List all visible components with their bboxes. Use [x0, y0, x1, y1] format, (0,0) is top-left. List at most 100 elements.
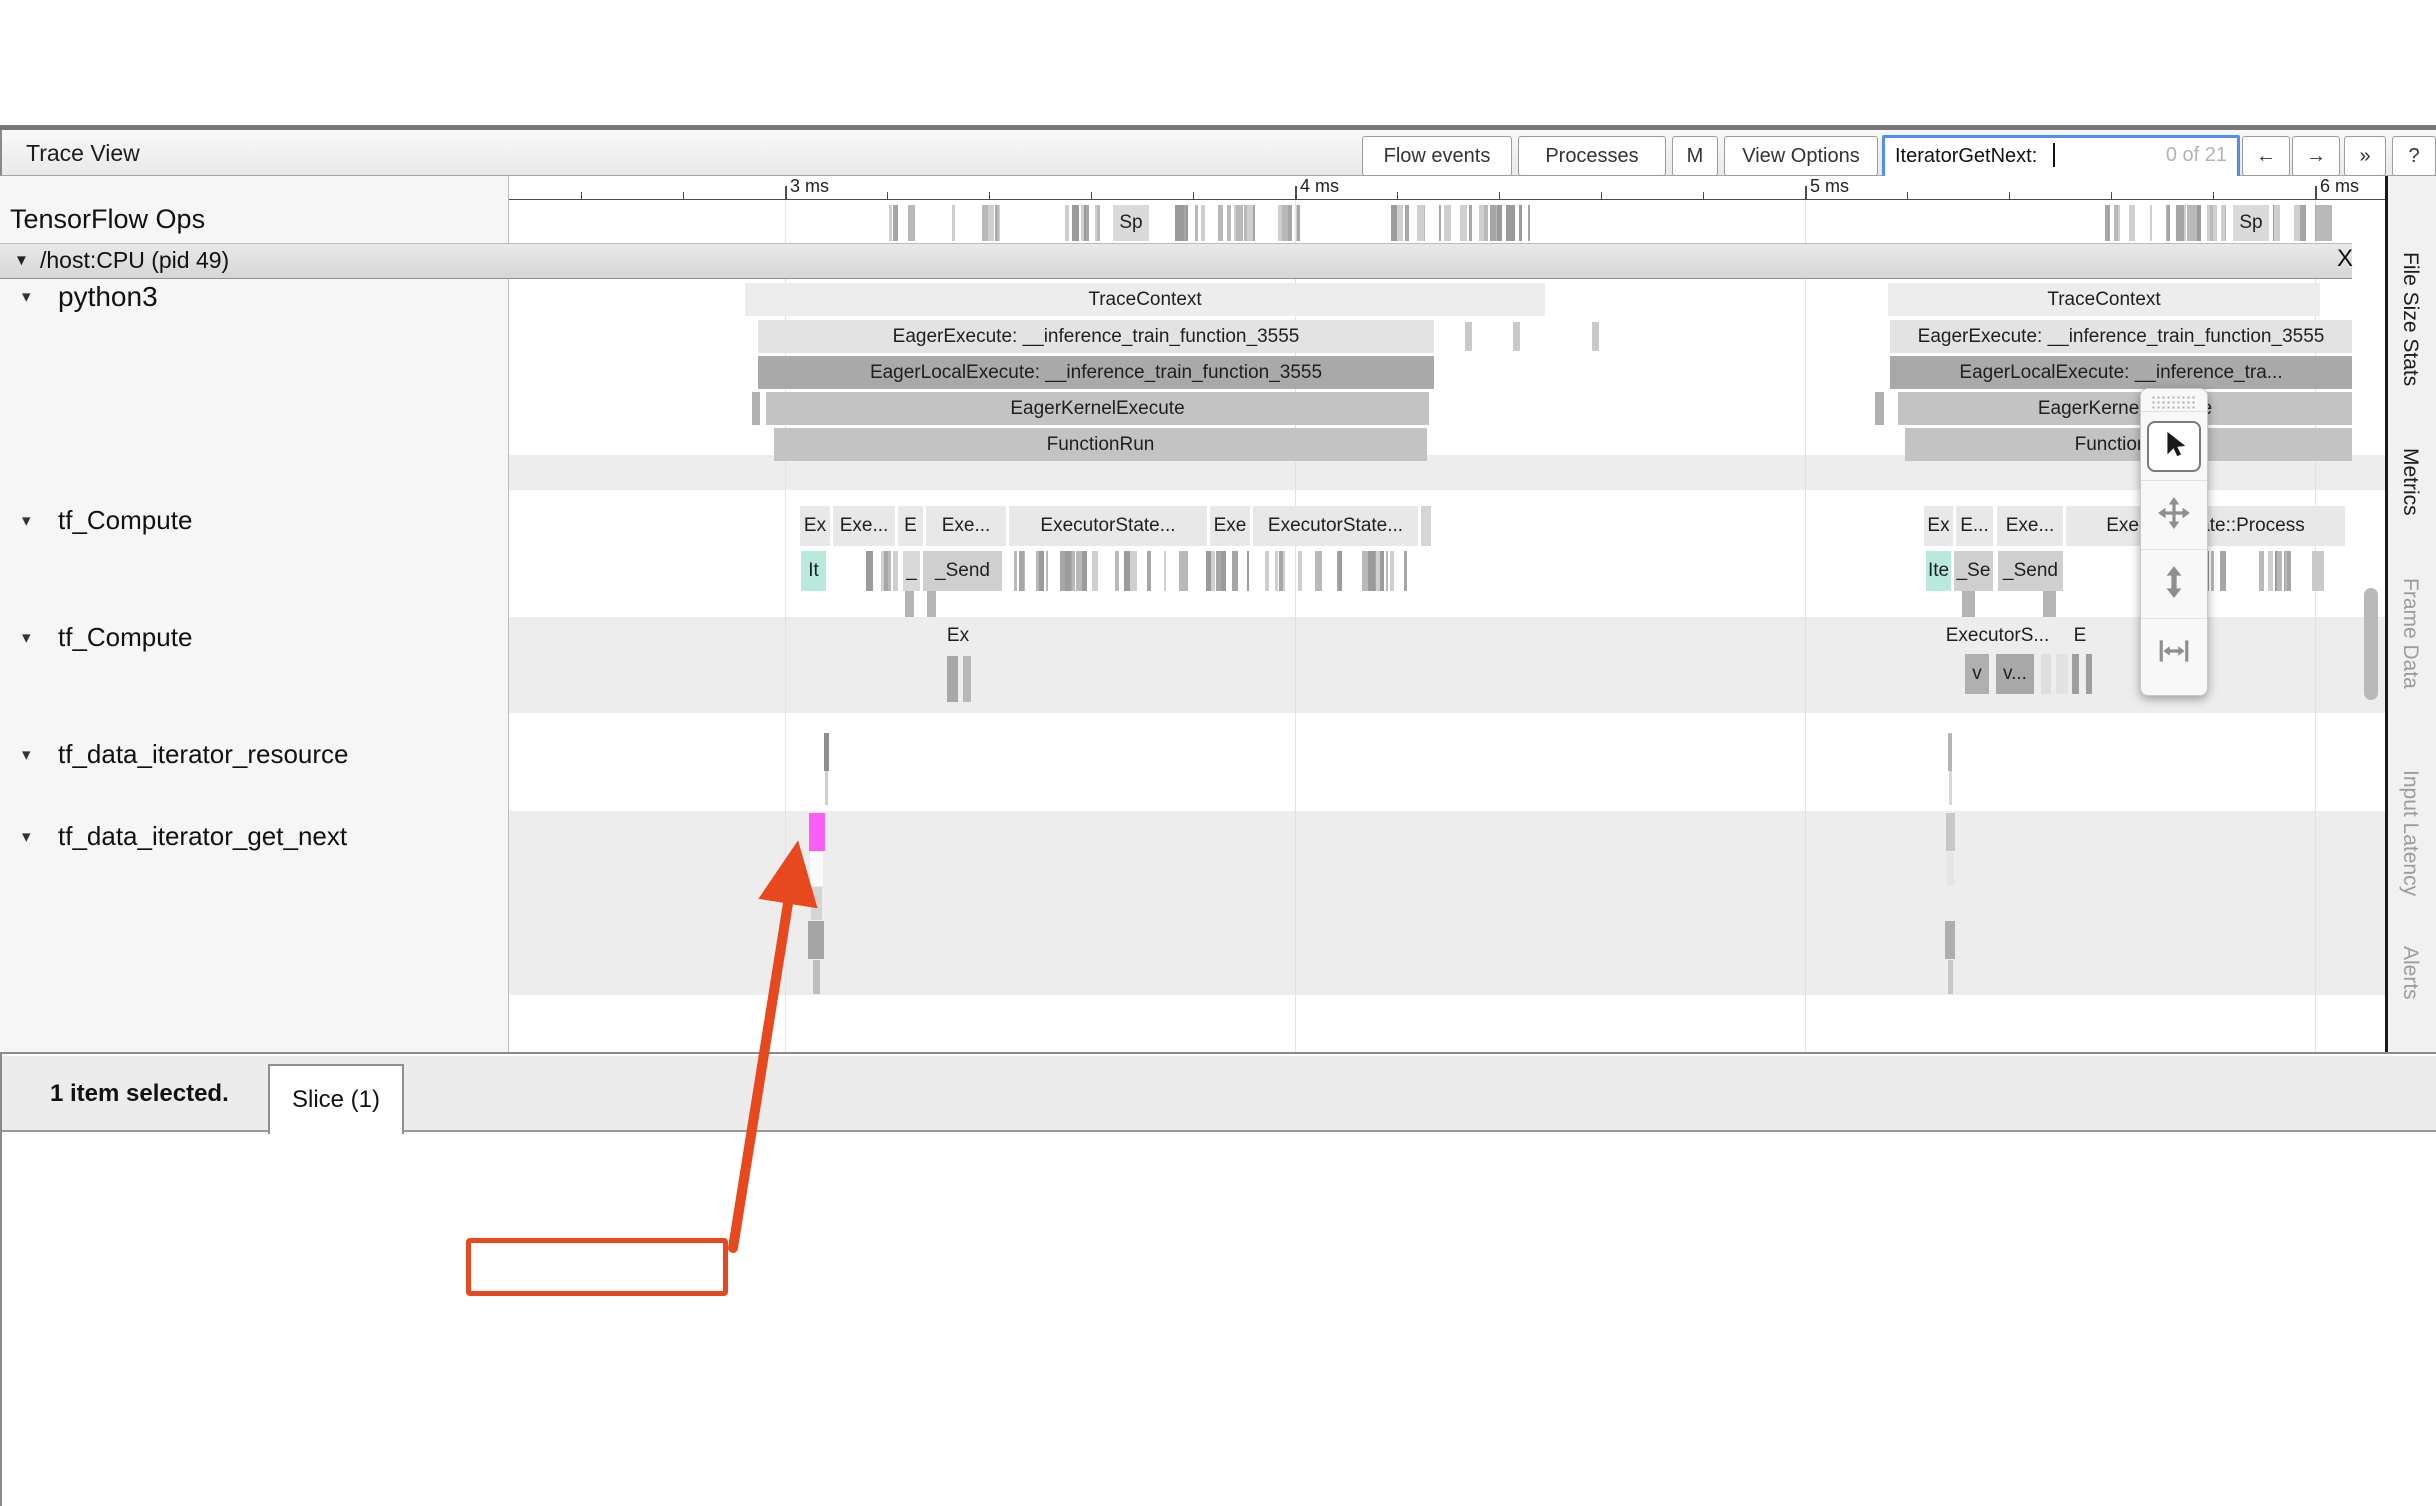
trace-slice[interactable]: [947, 656, 958, 702]
trace-stripe[interactable]: [1497, 205, 1503, 241]
trace-stripe[interactable]: [1115, 551, 1119, 591]
trace-slice[interactable]: [1592, 322, 1599, 351]
trace-stripe[interactable]: [893, 551, 899, 591]
trace-slice[interactable]: _Send: [923, 551, 1002, 591]
trace-stripe[interactable]: [2274, 205, 2280, 241]
trace-slice[interactable]: [1947, 852, 1954, 886]
trace-slice[interactable]: [1948, 960, 1953, 994]
trace-slice[interactable]: [2086, 654, 2092, 694]
trace-stripe[interactable]: [2294, 205, 2300, 241]
slice-eager-local-execute[interactable]: EagerLocalExecute: __inference_tra...: [1890, 356, 2352, 389]
sidebar-tab-alerts[interactable]: Alerts: [2398, 946, 2422, 1000]
process-header-host-cpu[interactable]: ▼ /host:CPU (pid 49) X: [0, 243, 2352, 279]
slice-eager-execute[interactable]: EagerExecute: __inference_train_function…: [758, 320, 1434, 353]
slice-trace-context[interactable]: TraceContext: [745, 283, 1545, 316]
trace-slice[interactable]: v: [1965, 654, 1989, 694]
slice-eager-kernel-execute[interactable]: EagerKernelExecute: [766, 392, 1429, 425]
trace-slice[interactable]: Sp: [2233, 205, 2269, 241]
trace-stripe[interactable]: [1184, 205, 1186, 241]
trace-slice[interactable]: _Se: [1954, 551, 1993, 591]
trace-stripe[interactable]: [893, 205, 898, 241]
trace-stripe[interactable]: [1124, 551, 1129, 591]
zoom-vertical-tool[interactable]: [2141, 549, 2207, 618]
trace-stripe[interactable]: [908, 205, 915, 241]
trace-slice[interactable]: [825, 771, 828, 805]
trace-stripe[interactable]: [1446, 205, 1450, 241]
trace-stripe[interactable]: [952, 205, 956, 241]
trace-slice[interactable]: Sp: [1113, 205, 1149, 241]
trace-slice[interactable]: Exe...: [833, 506, 895, 546]
trace-slice[interactable]: ExecutorState...: [1009, 506, 1207, 546]
trace-stripe[interactable]: [1164, 551, 1166, 591]
trace-stripe[interactable]: [1528, 205, 1530, 241]
trace-stripe[interactable]: [2114, 205, 2118, 241]
slice-function-run[interactable]: FunctionRun: [774, 428, 1427, 461]
trace-stripe[interactable]: [1265, 551, 1269, 591]
trace-stripe[interactable]: [888, 551, 891, 591]
trace-stripe[interactable]: [1275, 551, 1278, 591]
trace-stripe[interactable]: [1439, 205, 1441, 241]
trace-stripe[interactable]: [1479, 205, 1485, 241]
trace-slice[interactable]: [824, 733, 829, 771]
sidebar-tab-file-size-stats[interactable]: File Size Stats: [2398, 252, 2422, 386]
slice-function-run[interactable]: FunctionRun: [1905, 428, 2352, 461]
slice-trace-context[interactable]: TraceContext: [1888, 283, 2320, 316]
trace-stripe[interactable]: [2300, 205, 2306, 241]
trace-stripe[interactable]: [1404, 551, 1407, 591]
sidebar-tab-frame-data[interactable]: Frame Data: [2398, 578, 2422, 689]
trace-slice[interactable]: [963, 656, 971, 702]
trace-stripe[interactable]: [889, 205, 891, 241]
timing-tool[interactable]: [2141, 618, 2207, 687]
trace-slice[interactable]: [1465, 322, 1472, 351]
trace-stripe[interactable]: [2213, 205, 2217, 241]
trace-stripe[interactable]: [1081, 205, 1084, 241]
trace-stripe[interactable]: [1247, 551, 1249, 591]
trace-stripe[interactable]: [881, 551, 884, 591]
trace-stripe[interactable]: [1095, 205, 1098, 241]
trace-slice[interactable]: [1948, 733, 1952, 771]
trace-stripe[interactable]: [1376, 551, 1380, 591]
trace-stripe[interactable]: [1195, 205, 1198, 241]
selection-tool[interactable]: [2141, 411, 2207, 480]
trace-stripe[interactable]: [1508, 205, 1515, 241]
trace-slice[interactable]: E: [2070, 622, 2090, 650]
trace-stripe[interactable]: [1247, 205, 1252, 241]
trace-stripe[interactable]: [1148, 551, 1150, 591]
trace-slice[interactable]: Ex: [1924, 506, 1953, 546]
trace-stripe[interactable]: [1298, 551, 1302, 591]
trace-stripe[interactable]: [1184, 551, 1188, 591]
trace-stripe[interactable]: [1369, 551, 1376, 591]
trace-stripe[interactable]: [1082, 551, 1087, 591]
trace-slice[interactable]: E: [898, 506, 923, 546]
trace-stripe[interactable]: [1019, 551, 1025, 591]
trace-slice[interactable]: Ex: [800, 506, 830, 546]
trace-stripe[interactable]: [1014, 551, 1017, 591]
trace-slice[interactable]: [1421, 506, 1431, 546]
trace-slice[interactable]: _Send: [1998, 551, 2063, 591]
trace-stripe[interactable]: [2150, 205, 2153, 241]
trace-slice[interactable]: Exe: [1210, 506, 1250, 546]
trace-slice[interactable]: ExecutorS...: [1930, 622, 2065, 650]
trace-slice[interactable]: [811, 887, 822, 920]
slice-eager-execute[interactable]: EagerExecute: __inference_train_function…: [1890, 320, 2352, 353]
trace-stripe[interactable]: [1339, 551, 1342, 591]
collapse-triangle-icon[interactable]: ▼: [14, 252, 29, 269]
trace-slice[interactable]: [2072, 654, 2079, 694]
trace-slice[interactable]: [2056, 654, 2068, 694]
trace-stripe[interactable]: [1211, 551, 1214, 591]
trace-slice[interactable]: [905, 591, 914, 617]
trace-stripe[interactable]: [1390, 551, 1394, 591]
trace-stripe[interactable]: [2220, 551, 2227, 591]
trace-stripe[interactable]: [1084, 205, 1086, 241]
trace-slice[interactable]: ExecutorState...: [1253, 506, 1418, 546]
pan-tool[interactable]: [2141, 480, 2207, 549]
trace-stripe[interactable]: [1093, 551, 1096, 591]
trace-stripe[interactable]: [1236, 205, 1242, 241]
slice-iterator-chip[interactable]: It: [801, 551, 826, 591]
trace-stripe[interactable]: [2268, 551, 2273, 591]
trace-slice[interactable]: [1513, 322, 1520, 351]
close-icon[interactable]: X: [2330, 245, 2360, 275]
trace-stripe[interactable]: [1232, 551, 1238, 591]
trace-slice[interactable]: _: [903, 551, 920, 591]
trace-stripe[interactable]: [866, 551, 873, 591]
